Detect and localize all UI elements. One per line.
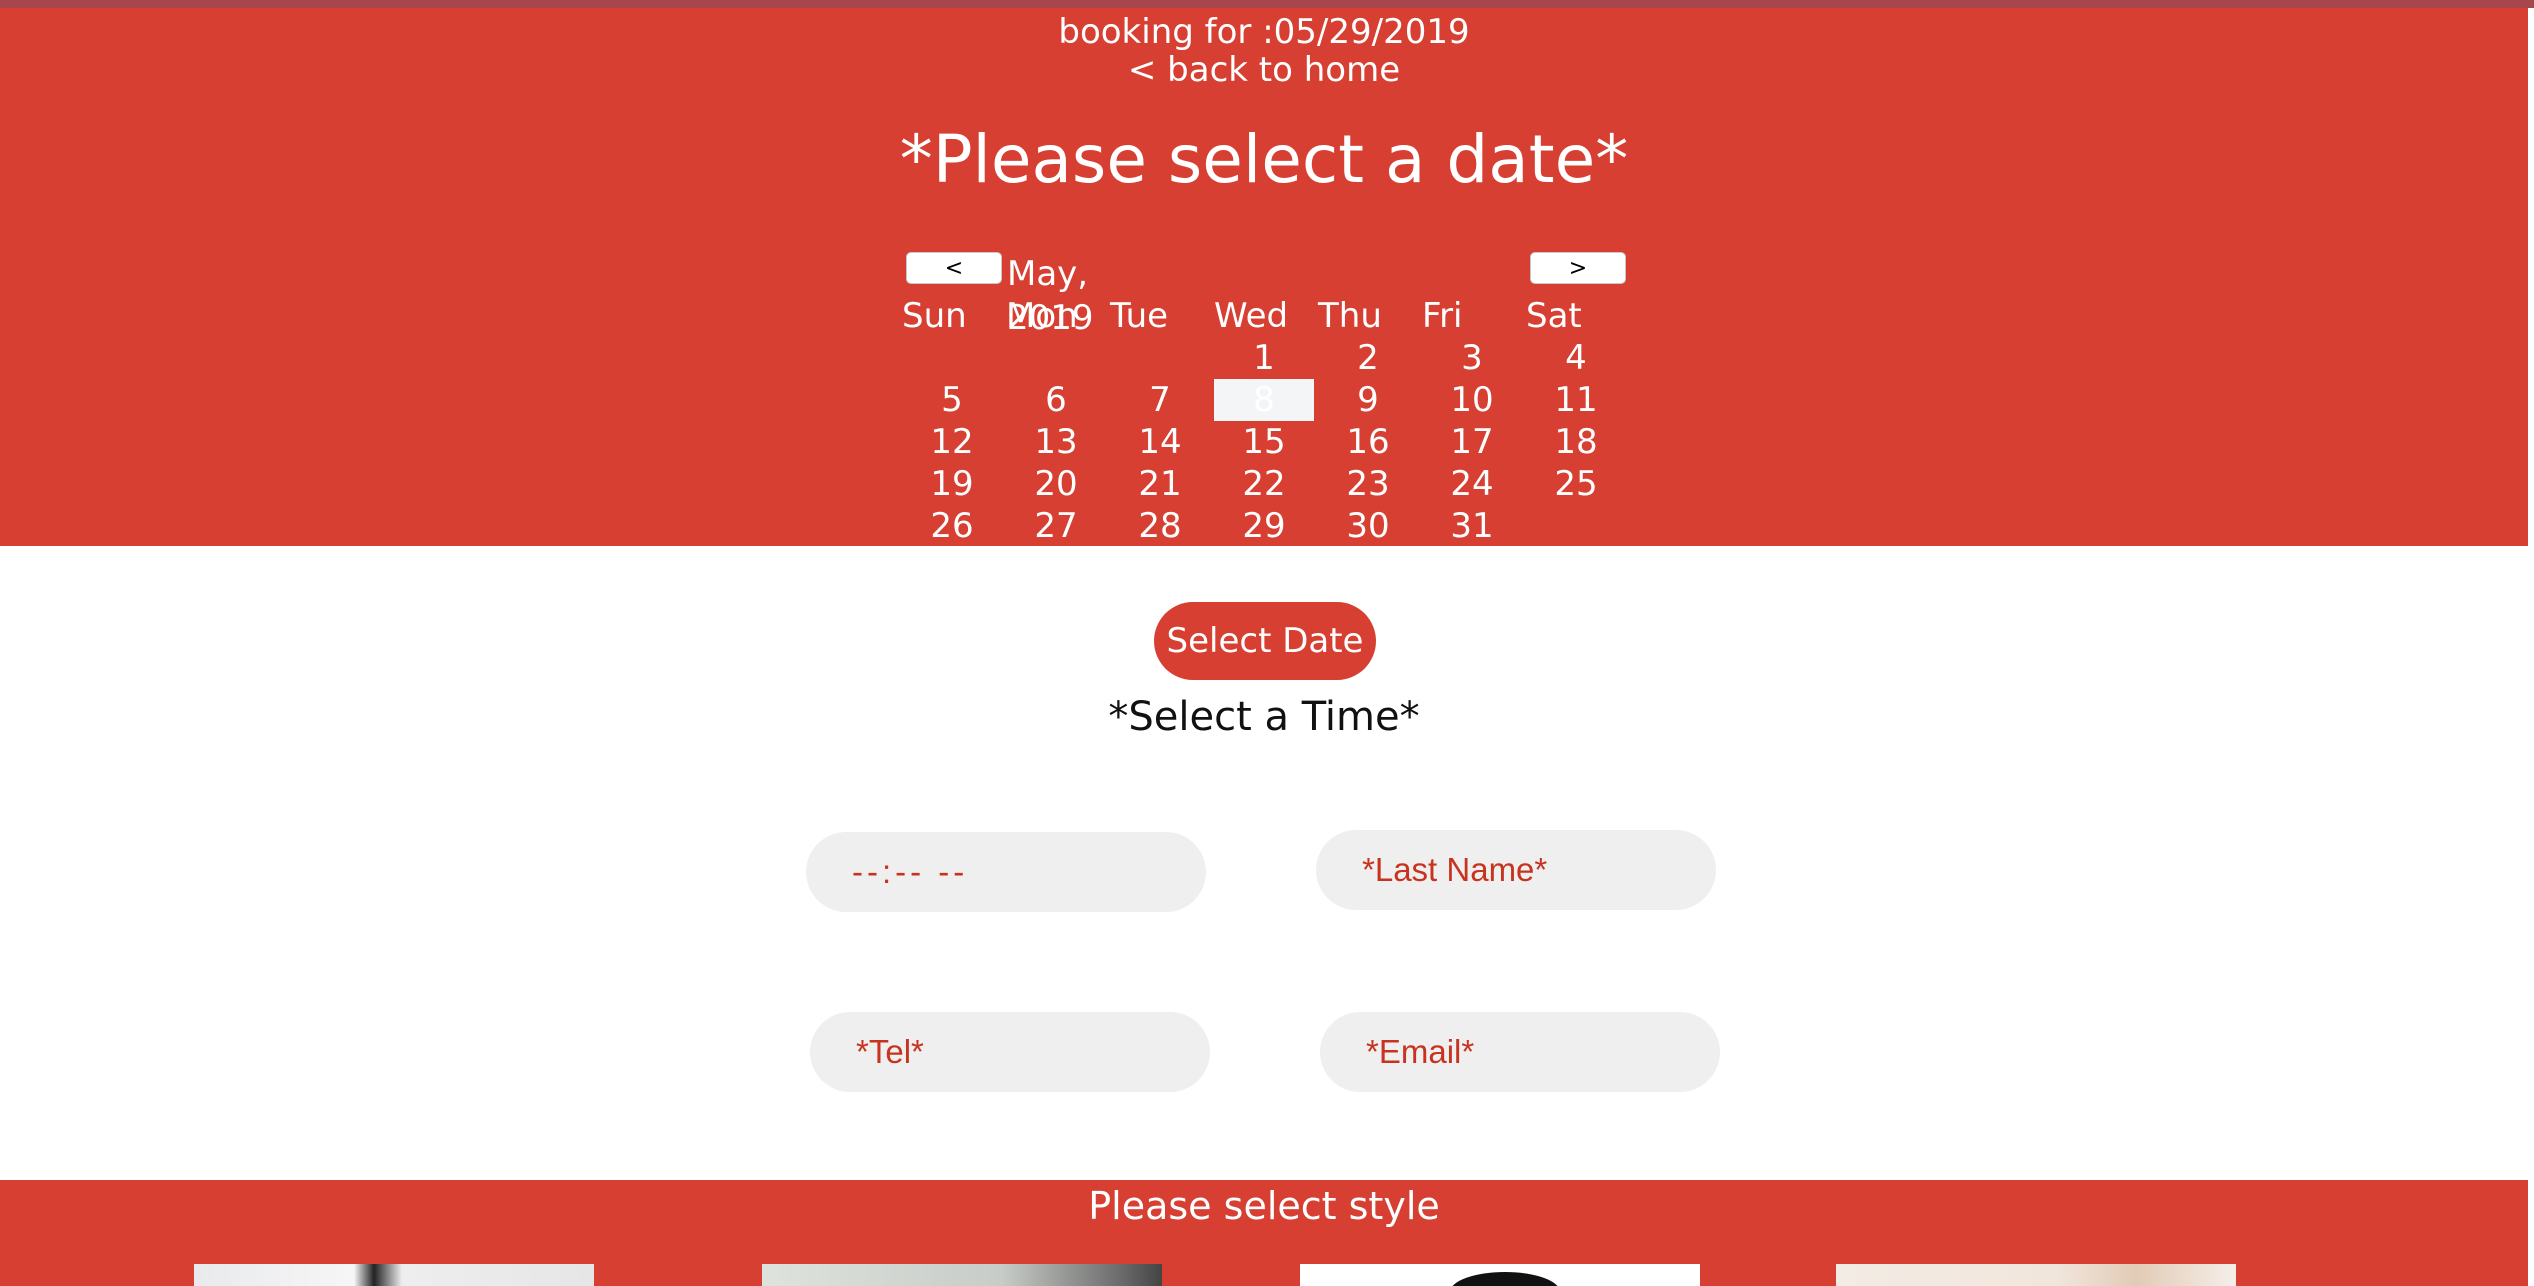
calendar-day[interactable]: 21 [1110, 463, 1210, 505]
calendar-day[interactable]: 31 [1422, 505, 1522, 547]
select-time-heading: *Select a Time* [1108, 694, 1420, 740]
date-header-section: booking for :05/29/2019 < back to home *… [0, 8, 2528, 546]
weekday-fri: Fri [1422, 296, 1463, 336]
page-title: *Please select a date* [899, 121, 1629, 198]
calendar-day[interactable]: 15 [1214, 421, 1314, 463]
calendar-day[interactable]: 18 [1526, 421, 1626, 463]
weekday-thu: Thu [1318, 296, 1382, 336]
email-input[interactable]: *Email* [1320, 1012, 1720, 1092]
calendar-day[interactable]: 19 [902, 463, 1002, 505]
calendar-day-selected[interactable]: 8 [1214, 379, 1314, 421]
style-option-image[interactable] [762, 1264, 1162, 1286]
calendar-day[interactable]: 27 [1006, 505, 1106, 547]
calendar-day[interactable]: 23 [1318, 463, 1418, 505]
calendar-day[interactable]: 2 [1318, 337, 1418, 379]
calendar-day[interactable]: 3 [1422, 337, 1522, 379]
time-input[interactable]: --:-- -- [806, 832, 1206, 912]
calendar-day[interactable]: 4 [1526, 337, 1626, 379]
weekday-sun: Sun [902, 296, 967, 336]
select-date-button[interactable]: Select Date [1154, 602, 1376, 680]
calendar-day[interactable]: 24 [1422, 463, 1522, 505]
calendar-day[interactable]: 25 [1526, 463, 1626, 505]
prev-month-button[interactable]: < [906, 252, 1002, 284]
calendar-day[interactable]: 13 [1006, 421, 1106, 463]
calendar-day[interactable]: 7 [1110, 379, 1210, 421]
calendar-day[interactable]: 11 [1526, 379, 1626, 421]
weekday-mon: Mon [1006, 296, 1078, 336]
tel-input[interactable]: *Tel* [810, 1012, 1210, 1092]
calendar-day[interactable]: 22 [1214, 463, 1314, 505]
style-option-image[interactable] [1300, 1264, 1700, 1286]
style-section: Please select style [0, 1180, 2528, 1286]
calendar-day[interactable]: 6 [1006, 379, 1106, 421]
calendar-day[interactable]: 26 [902, 505, 1002, 547]
last-name-input[interactable]: *Last Name* [1316, 830, 1716, 910]
calendar-day[interactable]: 1 [1214, 337, 1314, 379]
calendar-day[interactable]: 9 [1318, 379, 1418, 421]
calendar-day[interactable]: 17 [1422, 421, 1522, 463]
calendar-day[interactable]: 16 [1318, 421, 1418, 463]
weekday-wed: Wed [1214, 296, 1289, 336]
calendar-day[interactable]: 5 [902, 379, 1002, 421]
style-heading: Please select style [1088, 1184, 1440, 1228]
calendar-day[interactable]: 29 [1214, 505, 1314, 547]
calendar-day[interactable]: 10 [1422, 379, 1522, 421]
next-month-button[interactable]: > [1530, 252, 1626, 284]
booking-date-label: booking for :05/29/2019 [1058, 12, 1470, 52]
calendar-day[interactable]: 14 [1110, 421, 1210, 463]
style-option-image[interactable] [194, 1264, 594, 1286]
back-to-home-link[interactable]: < back to home [0, 50, 2528, 90]
calendar-day[interactable]: 12 [902, 421, 1002, 463]
calendar-day[interactable]: 28 [1110, 505, 1210, 547]
window-top-border [0, 0, 2534, 8]
calendar-day[interactable]: 20 [1006, 463, 1106, 505]
weekday-sat: Sat [1526, 296, 1582, 336]
style-option-image[interactable] [1836, 1264, 2236, 1286]
weekday-tue: Tue [1110, 296, 1169, 336]
calendar-day[interactable]: 30 [1318, 505, 1418, 547]
